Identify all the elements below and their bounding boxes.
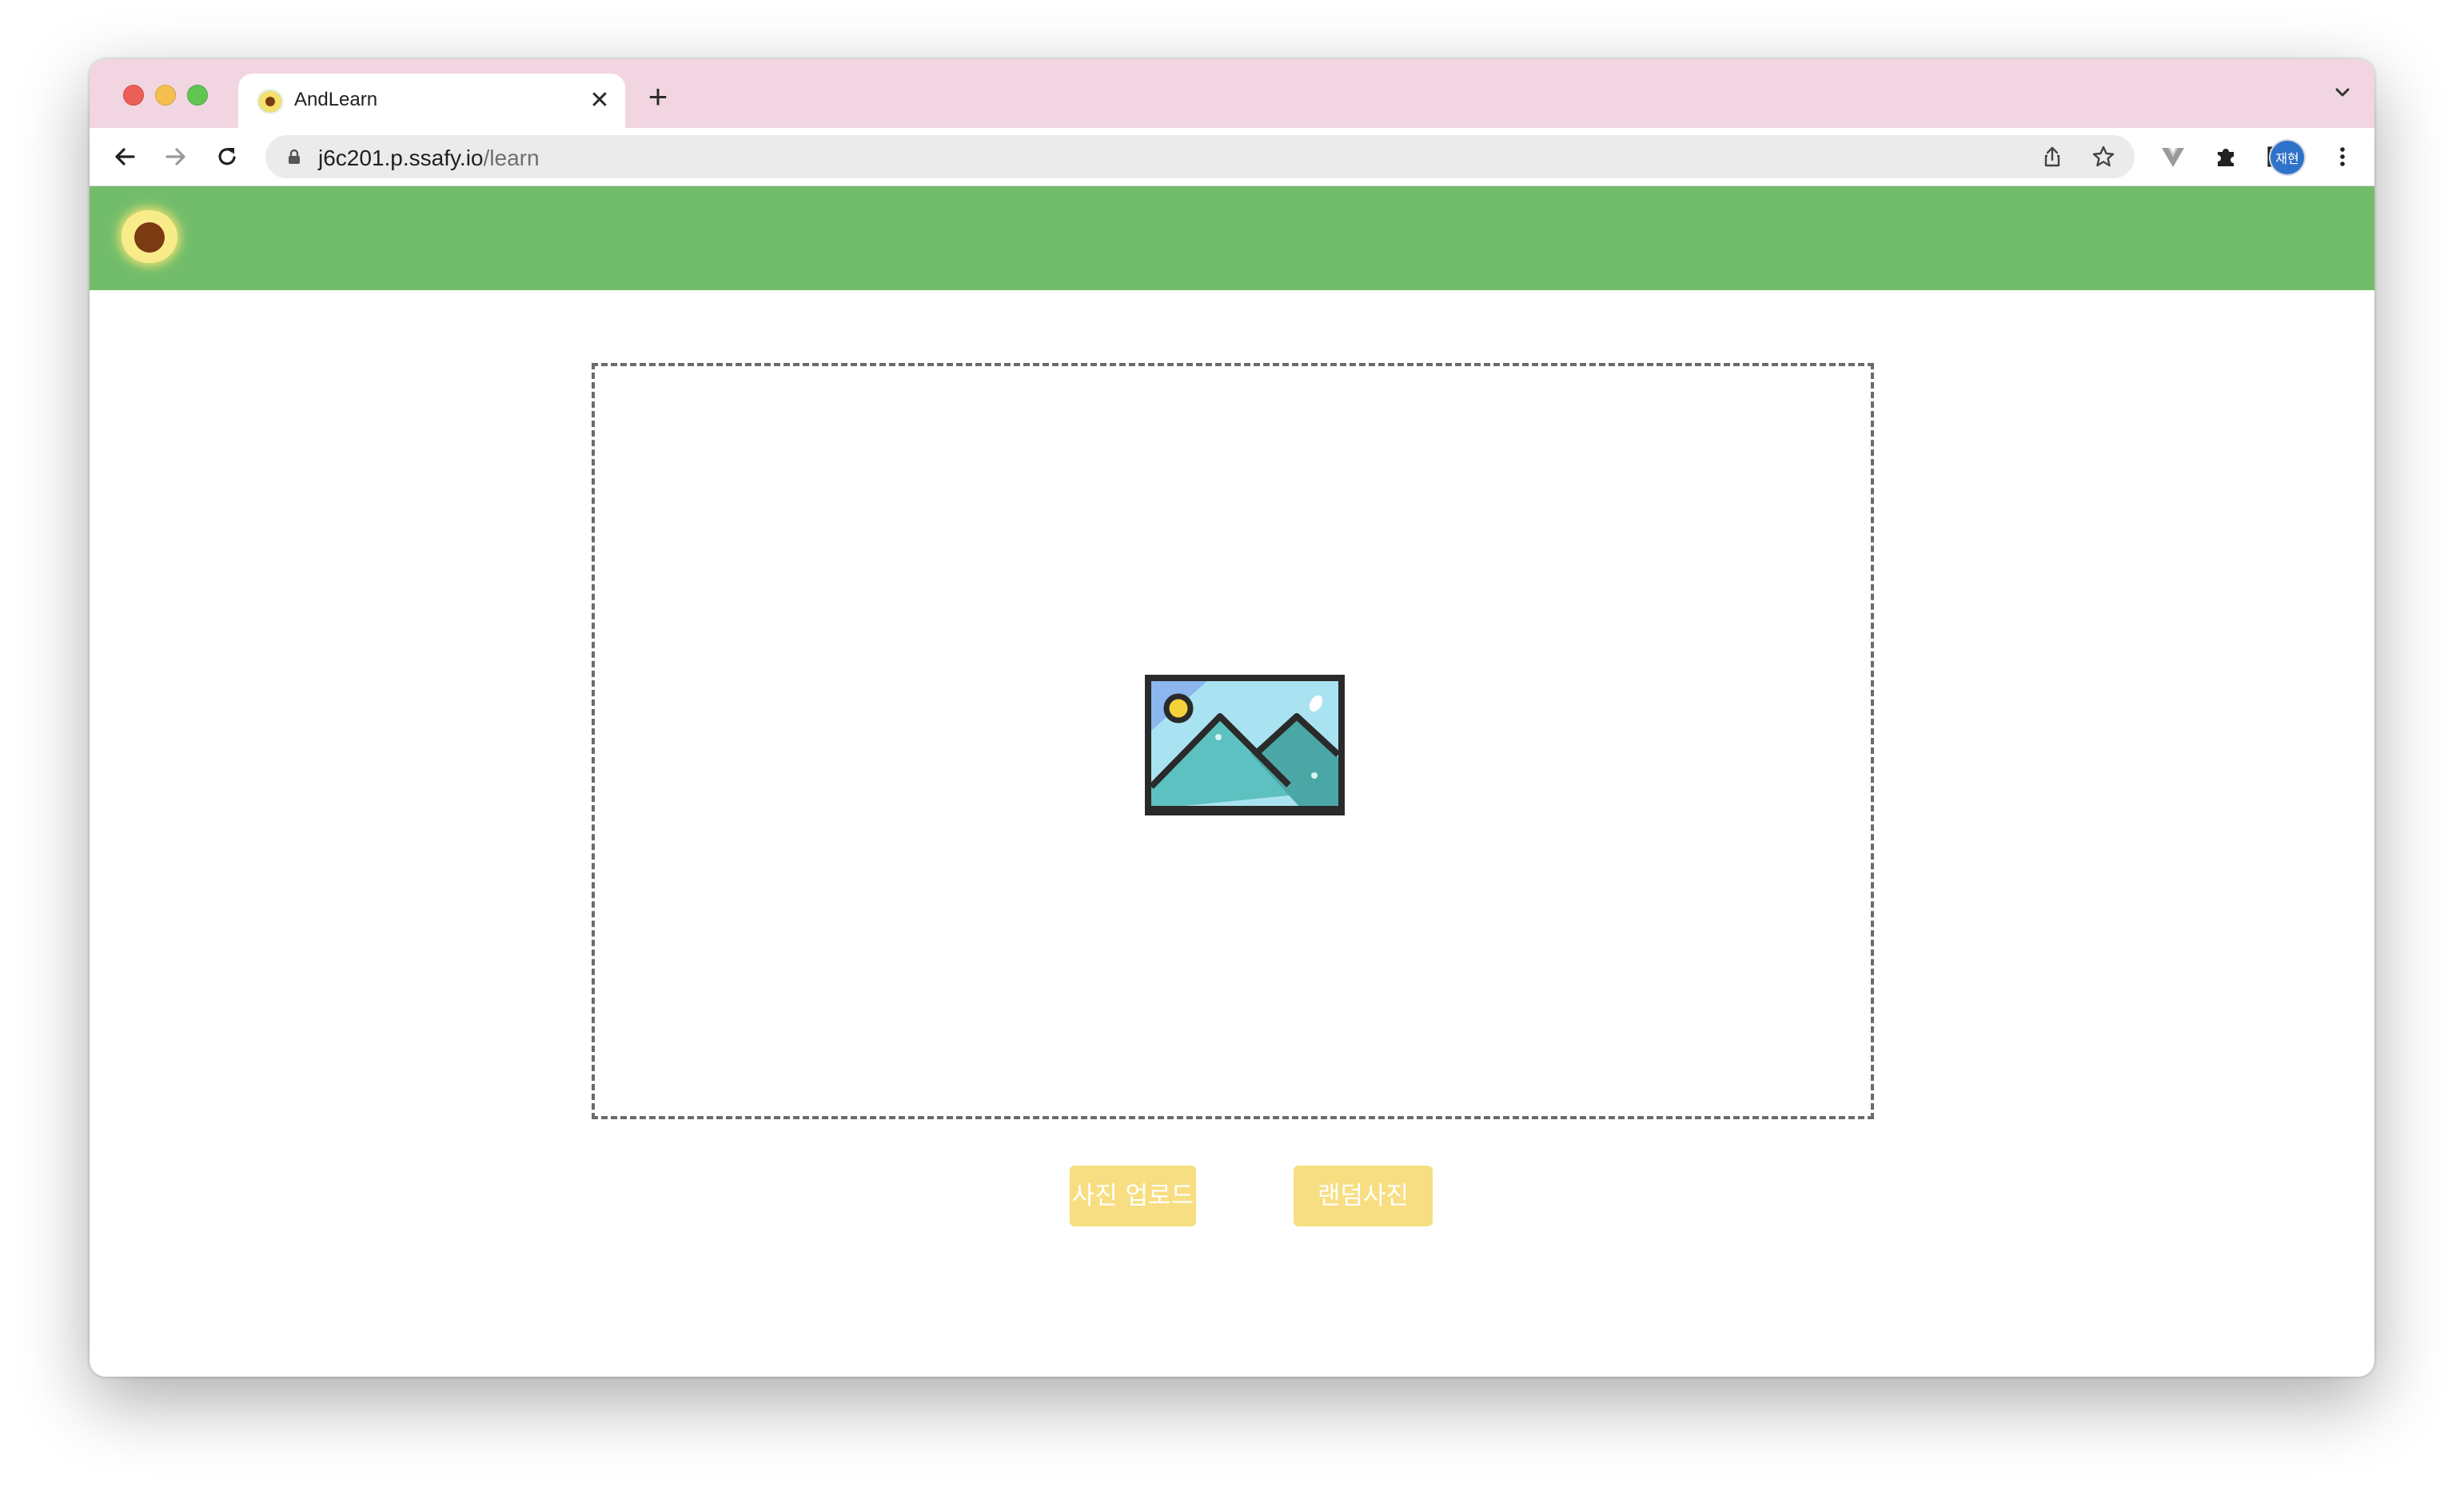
avocado-logo-icon[interactable] [122,210,177,263]
tab-strip: AndLearn ✕ + [90,59,2374,128]
forward-arrow-icon[interactable] [160,141,192,173]
profile-avatar[interactable]: 재현 [2271,141,2304,174]
browser-window: AndLearn ✕ + j6c201.p.ssafy.io/learn 재현 … [90,59,2374,1377]
url-path: /learn [483,146,540,170]
extensions-puzzle-icon[interactable] [2210,141,2242,173]
back-arrow-icon[interactable] [109,141,141,173]
bookmark-star-icon[interactable] [2090,143,2117,170]
window-close-button[interactable] [123,85,144,106]
browser-tab[interactable]: AndLearn ✕ [238,74,625,128]
browser-menu-icon[interactable] [2326,141,2358,173]
new-tab-button[interactable]: + [640,78,676,115]
image-placeholder-icon [1145,675,1345,815]
url-text: j6c201.p.ssafy.io/learn [318,146,540,171]
browser-toolbar: j6c201.p.ssafy.io/learn 재현 [90,128,2374,186]
address-bar[interactable]: j6c201.p.ssafy.io/learn [265,135,2135,178]
share-icon[interactable] [2039,143,2066,170]
avocado-favicon-icon [259,91,281,112]
tab-close-icon[interactable]: ✕ [587,85,612,117]
tab-title: AndLearn [294,89,378,110]
lock-icon [286,149,302,165]
url-host: j6c201.p.ssafy.io [318,146,484,170]
window-maximize-button[interactable] [187,85,208,106]
upload-photo-button[interactable]: 사진 업로드 [1070,1166,1196,1226]
image-dropzone[interactable] [592,363,1874,1119]
app-header [90,186,2374,290]
vue-devtools-icon[interactable] [2157,141,2189,173]
tab-search-chevron-icon[interactable] [2331,82,2354,104]
random-photo-button[interactable]: 랜덤사진 [1294,1166,1433,1226]
reload-icon[interactable] [211,141,243,173]
window-minimize-button[interactable] [155,85,176,106]
